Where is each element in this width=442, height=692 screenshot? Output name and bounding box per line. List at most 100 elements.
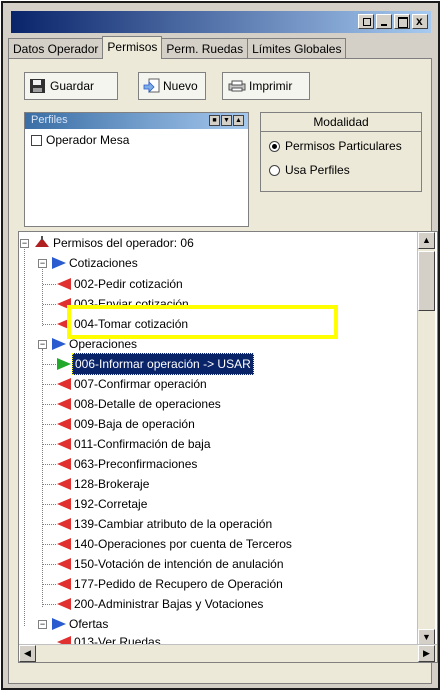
perfil-checkbox[interactable] <box>31 134 42 146</box>
deny-arrow-icon <box>57 598 71 610</box>
tree-guide <box>43 544 56 545</box>
tree-item[interactable]: 009-Baja de operación <box>43 414 197 434</box>
floppy-disk-icon <box>30 79 45 93</box>
radio-permisos-particulares-dot[interactable] <box>269 140 280 152</box>
tree-item[interactable]: 063-Preconfirmaciones <box>43 454 199 474</box>
tree-item[interactable]: 008-Detalle de operaciones <box>43 394 223 414</box>
tree-item-label: 192-Corretaje <box>74 497 148 511</box>
tree-item[interactable]: 150-Votación de intención de anulación <box>43 554 286 574</box>
deny-arrow-icon <box>57 278 71 290</box>
tree-item-label: 009-Baja de operación <box>74 417 195 431</box>
deny-arrow-icon <box>57 438 71 450</box>
group-arrow-icon <box>52 257 66 269</box>
perfil-label: Operador Mesa <box>46 133 130 147</box>
tree-item[interactable]: 140-Operaciones por cuenta de Terceros <box>43 534 294 554</box>
tree-guide <box>43 324 56 325</box>
radio-usa-perfiles-dot[interactable] <box>269 164 280 176</box>
close-icon: x <box>416 14 423 28</box>
deny-arrow-icon <box>57 578 71 590</box>
tree-item[interactable]: 011-Confirmación de baja <box>43 434 213 454</box>
tree-item-selected[interactable]: 006-Informar operación -> USAR <box>43 353 254 375</box>
tree-item[interactable]: 177-Pedido de Recupero de Operación <box>43 574 285 594</box>
tree-group-label: Ofertas <box>69 617 109 631</box>
minimize-button[interactable] <box>358 14 374 29</box>
tree-item-label: 006-Informar operación -> USAR <box>72 353 254 375</box>
scroll-left-button[interactable]: ◀ <box>19 645 36 662</box>
tree-guide <box>43 564 56 565</box>
horizontal-scrollbar[interactable]: ◀ ▶ <box>19 644 437 662</box>
title-bar: x <box>11 11 431 33</box>
maximize-button[interactable] <box>394 14 410 29</box>
tree-item-label: 200-Administrar Bajas y Votaciones <box>74 597 264 611</box>
tree-guide <box>43 384 56 385</box>
vertical-scrollbar[interactable]: ▲ ▼ <box>417 232 435 646</box>
permissions-tree[interactable]: − Permisos del operador: 06 − Cotizacion… <box>18 231 438 663</box>
perfiles-up-button[interactable]: ▲ <box>233 115 244 126</box>
tree-item[interactable]: 003-Enviar cotización <box>43 294 191 314</box>
tree-item-label: 177-Pedido de Recupero de Operación <box>74 577 283 591</box>
tree-item-label: 128-Brokeraje <box>74 477 150 491</box>
tree-guide <box>43 584 56 585</box>
tree-guide <box>43 484 56 485</box>
tree-item-label: 002-Pedir cotización <box>74 277 183 291</box>
scroll-right-button[interactable]: ▶ <box>418 645 435 662</box>
tree-group-label: Operaciones <box>69 337 138 351</box>
tree-item[interactable]: 192-Corretaje <box>43 494 149 514</box>
tree-item-label: 011-Confirmación de baja <box>74 437 211 451</box>
window-controls: x <box>358 14 428 29</box>
radio-usa-perfiles[interactable]: Usa Perfiles <box>269 163 350 177</box>
collapse-icon[interactable]: − <box>38 339 47 349</box>
tree-guide <box>24 246 25 626</box>
perfiles-title: Perfiles <box>31 114 68 126</box>
tree-group[interactable]: − Operaciones <box>38 334 139 354</box>
perfiles-stop-button[interactable]: ■ <box>209 115 220 126</box>
tab-permisos[interactable]: Permisos <box>102 36 163 59</box>
deny-arrow-icon <box>57 518 71 530</box>
perfiles-header: Perfiles ■ ▼ ▲ <box>25 113 248 129</box>
collapse-icon[interactable]: − <box>38 258 47 268</box>
restore-button[interactable] <box>376 14 392 29</box>
tree-item-label: 008-Detalle de operaciones <box>74 397 221 411</box>
collapse-icon[interactable]: − <box>20 238 29 248</box>
tree-item[interactable]: 007-Confirmar operación <box>43 374 209 394</box>
perfiles-controls: ■ ▼ ▲ <box>209 115 244 126</box>
tab-datos-operador[interactable]: Datos Operador <box>8 38 104 59</box>
save-button[interactable]: Guardar <box>24 72 118 100</box>
modalidad-title: Modalidad <box>261 113 421 132</box>
print-button[interactable]: Imprimir <box>222 72 310 100</box>
tab-perm-ruedas[interactable]: Perm. Ruedas <box>161 38 249 59</box>
new-document-icon <box>143 78 160 93</box>
tree-guide <box>43 364 56 365</box>
save-label: Guardar <box>50 79 95 93</box>
tree-item[interactable]: 004-Tomar cotización <box>43 314 190 334</box>
tree-item-label: 150-Votación de intención de anulación <box>74 557 284 571</box>
collapse-icon[interactable]: − <box>38 619 47 629</box>
tree-guide <box>43 604 56 605</box>
perfiles-down-button[interactable]: ▼ <box>221 115 232 126</box>
close-button[interactable]: x <box>412 14 428 29</box>
radio-permisos-particulares[interactable]: Permisos Particulares <box>269 139 402 153</box>
scroll-thumb[interactable] <box>418 251 435 311</box>
perfiles-panel: Perfiles ■ ▼ ▲ Operador Mesa <box>24 112 249 227</box>
scroll-up-button[interactable]: ▲ <box>418 232 435 249</box>
deny-arrow-icon <box>57 458 71 470</box>
tree-item[interactable]: 002-Pedir cotización <box>43 274 185 294</box>
tree-item[interactable]: 128-Brokeraje <box>43 474 151 494</box>
printer-icon <box>228 80 246 92</box>
tree-item[interactable]: 139-Cambiar atributo de la operación <box>43 514 274 534</box>
tree-item-label: 003-Enviar cotización <box>74 297 189 311</box>
new-button[interactable]: Nuevo <box>138 72 206 100</box>
tab-limites-globales[interactable]: Límites Globales <box>247 38 347 59</box>
tree-group[interactable]: − Cotizaciones <box>38 253 140 273</box>
tree-guide <box>43 524 56 525</box>
deny-arrow-icon <box>57 418 71 430</box>
tree-root[interactable]: − Permisos del operador: 06 <box>20 233 196 253</box>
tree-guide <box>43 504 56 505</box>
tree-group-label: Cotizaciones <box>69 256 138 270</box>
tree-item[interactable]: 200-Administrar Bajas y Votaciones <box>43 594 265 614</box>
tree-root-label: Permisos del operador: 06 <box>53 236 194 250</box>
deny-arrow-icon <box>57 398 71 410</box>
tree-group[interactable]: − Ofertas <box>38 614 110 634</box>
tree-item-label: 063-Preconfirmaciones <box>74 457 198 471</box>
perfil-item[interactable]: Operador Mesa <box>31 133 129 147</box>
